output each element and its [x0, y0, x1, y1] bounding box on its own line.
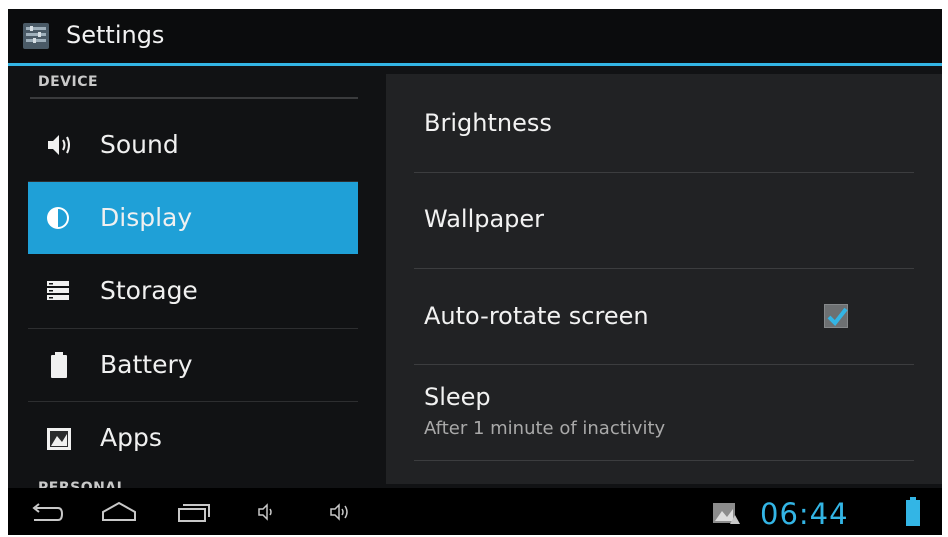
- back-icon[interactable]: [28, 500, 64, 524]
- sidebar-item-label: Storage: [100, 276, 198, 305]
- settings-headers-list[interactable]: DEVICE Sound Display Storage Battery App…: [8, 66, 382, 488]
- setting-title: Brightness: [424, 109, 552, 137]
- page-title: Settings: [66, 21, 165, 49]
- recent-apps-icon[interactable]: [176, 500, 212, 524]
- action-bar: Settings: [8, 9, 942, 63]
- setting-title: Auto-rotate screen: [424, 302, 649, 330]
- tablet-screen: Settings DEVICE Sound Display Storage Ba…: [8, 9, 942, 535]
- brightness-setting[interactable]: Brightness: [386, 74, 942, 171]
- settings-app-icon[interactable]: [22, 22, 50, 50]
- sidebar-item-label: Display: [100, 203, 193, 232]
- sleep-setting[interactable]: Sleep After 1 minute of inactivity: [386, 365, 942, 460]
- clock: 06:44: [760, 497, 849, 531]
- battery-icon: [51, 352, 67, 378]
- sidebar-item-battery[interactable]: Battery: [28, 329, 358, 401]
- section-header-personal: PERSONAL: [38, 480, 127, 488]
- volume-down-icon[interactable]: [256, 500, 276, 524]
- volume-up-icon[interactable]: [328, 500, 354, 524]
- brightness-icon: [47, 207, 69, 229]
- section-divider: [30, 97, 358, 99]
- system-bar: 06:44: [8, 488, 942, 535]
- section-header-device: DEVICE: [38, 74, 99, 90]
- apps-icon: [47, 428, 71, 450]
- setting-title: Sleep: [424, 383, 491, 411]
- sidebar-item-apps[interactable]: Apps: [28, 402, 358, 474]
- sidebar-item-label: Battery: [100, 350, 193, 379]
- battery-status-icon: [906, 497, 920, 526]
- auto-rotate-checkbox[interactable]: [824, 304, 848, 328]
- screenshot-notification-icon[interactable]: [712, 501, 740, 525]
- home-icon[interactable]: [100, 500, 138, 524]
- setting-summary: After 1 minute of inactivity: [424, 418, 666, 439]
- sidebar-item-storage[interactable]: Storage: [28, 255, 358, 327]
- sidebar-item-sound[interactable]: Sound: [28, 109, 358, 181]
- sidebar-item-label: Sound: [100, 130, 179, 159]
- wallpaper-setting[interactable]: Wallpaper: [386, 173, 942, 267]
- display-settings-panel: Brightness Wallpaper Auto-rotate screen …: [386, 74, 942, 484]
- storage-icon: [47, 281, 69, 300]
- list-divider: [414, 460, 914, 461]
- setting-title: Wallpaper: [424, 205, 545, 233]
- speaker-icon: [48, 135, 70, 155]
- auto-rotate-setting[interactable]: Auto-rotate screen: [386, 269, 942, 364]
- sidebar-item-label: Apps: [100, 423, 162, 452]
- sidebar-item-display[interactable]: Display: [28, 182, 358, 254]
- checkmark-icon: [827, 307, 848, 327]
